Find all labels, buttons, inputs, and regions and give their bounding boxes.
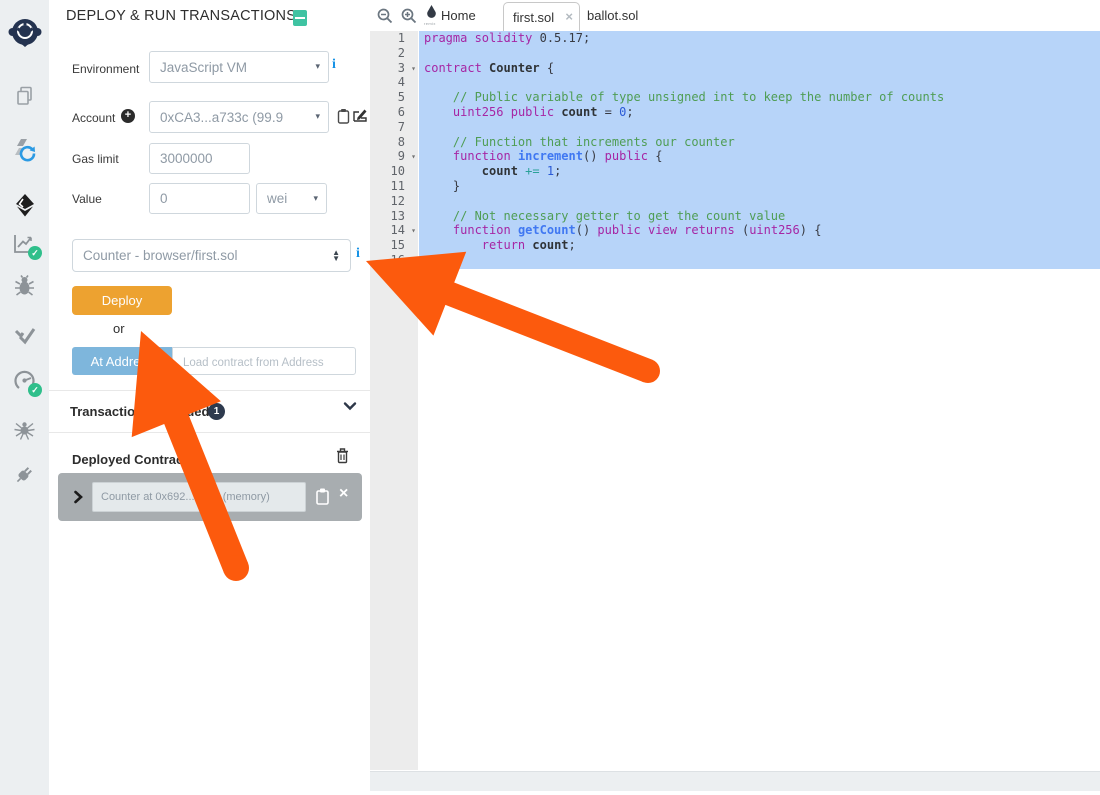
deploy-run-panel: DEPLOY & RUN TRANSACTIONS Environment Ja… [49,0,370,795]
editor-area: remix Home first.sol × ballot.sol 1pragm… [370,0,1100,795]
analysis-icon[interactable]: ✓ [0,231,49,256]
at-address-button[interactable]: At Address [72,347,172,375]
environment-label: Environment [72,62,139,76]
environment-info-icon[interactable]: i [332,57,336,73]
chevron-down-icon: ▾ [313,192,318,203]
gas-profiler-done-badge: ✓ [28,383,42,397]
code-line[interactable]: 8 // Function that increments our counte… [370,135,1100,150]
code-line[interactable]: 1pragma solidity 0.5.17; [370,31,1100,46]
code-lines[interactable]: 1pragma solidity 0.5.17;23▾contract Coun… [370,31,1100,268]
code-line[interactable]: 14▾ function getCount() public view retu… [370,223,1100,238]
code-line[interactable]: 12 [370,194,1100,209]
at-address-input[interactable] [173,354,355,369]
icon-rail: ✓ ✓ [0,0,49,795]
expand-chevron-right-icon[interactable] [73,490,83,504]
code-line[interactable]: 5 // Public variable of type unsigned in… [370,90,1100,105]
gas-limit-input-wrap [149,143,250,174]
analysis-done-badge: ✓ [28,246,42,260]
code-line[interactable]: 15 return count; [370,238,1100,253]
close-tab-icon[interactable]: × [565,9,573,24]
panel-title: DEPLOY & RUN TRANSACTIONS [66,8,296,24]
gas-limit-input[interactable] [150,151,249,166]
deploy-button[interactable]: Deploy [72,286,172,315]
edit-account-icon[interactable] [353,108,367,122]
file-explorer-icon[interactable] [0,84,49,108]
debugger-bug-icon[interactable] [0,274,49,299]
deployed-contract-row[interactable]: Counter at 0x692...7b3A (memory) × [58,473,362,521]
remix-logo-icon[interactable] [0,14,49,52]
code-line[interactable]: 4 [370,75,1100,90]
or-label: or [113,321,125,336]
chevron-down-icon: ▾ [315,61,320,72]
code-line[interactable]: 2 [370,46,1100,61]
add-account-icon[interactable]: + [121,109,135,123]
spider-icon[interactable] [0,417,49,442]
code-line[interactable]: 9▾ function increment() public { [370,149,1100,164]
copy-account-icon[interactable] [337,108,350,124]
transactions-count-badge: 1 [208,403,225,420]
copy-deployed-icon[interactable] [315,487,330,506]
fold-arrow-icon[interactable]: ▾ [411,150,416,165]
value-unit-select[interactable]: wei ▾ [256,183,327,214]
code-line[interactable]: 10 count += 1; [370,164,1100,179]
code-line[interactable]: 3▾contract Counter { [370,61,1100,76]
code-line[interactable]: 16 } [370,253,1100,268]
unit-testing-icon[interactable] [0,321,49,347]
remix-tiny-label: remix [424,21,436,26]
clear-deployed-trash-icon[interactable] [335,447,350,464]
divider [49,432,370,433]
chevron-down-icon: ▾ [315,111,320,122]
deployed-contracts-title: Deployed Contracts [72,452,195,467]
gas-profiler-icon[interactable]: ✓ [0,368,49,393]
remix-drop-icon [426,5,437,20]
environment-select[interactable]: JavaScript VM ▾ [149,51,329,83]
at-address-input-wrap [172,347,356,375]
code-line[interactable]: 11 } [370,179,1100,194]
code-line[interactable]: 7 [370,120,1100,135]
account-label: Account [72,111,115,125]
code-line[interactable]: 13 // Not necessary getter to get the co… [370,209,1100,224]
zoom-out-icon[interactable] [377,8,393,24]
documentation-book-icon[interactable] [293,10,307,26]
terminal-collapsed-bar[interactable] [370,771,1100,791]
divider [49,390,370,391]
fold-arrow-icon[interactable]: ▾ [411,224,416,239]
deploy-and-run-icon[interactable] [0,192,49,218]
editor-tabbar: remix Home first.sol × ballot.sol [370,0,1100,31]
fold-arrow-icon[interactable]: ▾ [411,62,416,77]
remove-deployed-icon[interactable]: × [339,485,348,503]
value-input[interactable] [150,191,249,206]
gas-limit-label: Gas limit [72,152,119,166]
value-label: Value [72,192,102,206]
tab-first-sol[interactable]: first.sol × [503,2,580,31]
code-line[interactable]: 6 uint256 public count = 0; [370,105,1100,120]
account-select[interactable]: 0xCA3...a733c (99.9 ▾ [149,101,329,133]
remix-ide-window: ✓ ✓ [0,0,1100,795]
contract-info-icon[interactable]: i [356,246,360,262]
zoom-in-icon[interactable] [401,8,417,24]
contract-select[interactable]: Counter - browser/first.sol ▲▼ [72,239,351,272]
value-input-wrap [149,183,250,214]
solidity-compiler-icon[interactable] [0,136,49,164]
transactions-recorded-label: Transactions recorded: [70,404,214,419]
plugin-manager-icon[interactable] [0,462,49,487]
sort-updown-icon: ▲▼ [332,250,340,262]
deployed-contract-label: Counter at 0x692...7b3A (memory) [92,482,306,512]
collapse-chevron-down-icon[interactable] [343,401,357,411]
